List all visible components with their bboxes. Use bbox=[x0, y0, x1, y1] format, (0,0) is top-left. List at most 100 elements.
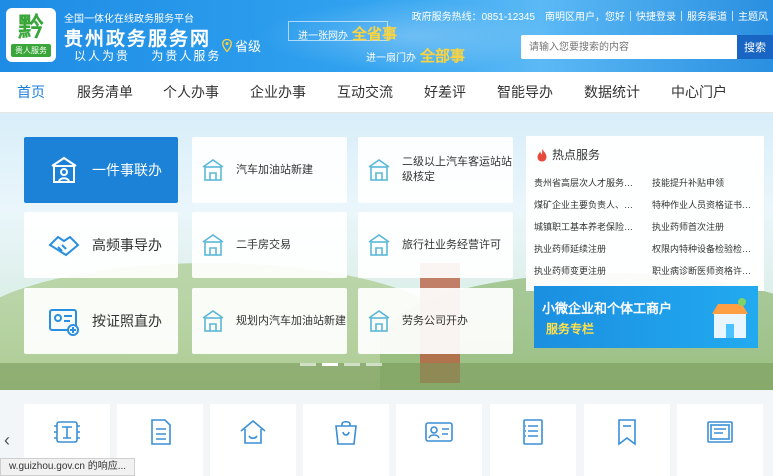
site-header: 黔 贵人服务 全国一体化在线政务服务平台 贵州政务服务网 以人为贵 为贵人服务 … bbox=[0, 0, 773, 72]
service-card[interactable]: 规划内汽车加油站新建 bbox=[192, 288, 347, 354]
logo-glyph: 黔 bbox=[17, 12, 44, 43]
chevron-left-icon[interactable]: ‹ bbox=[4, 430, 10, 451]
building-icon bbox=[368, 310, 390, 332]
license-card-icon bbox=[49, 309, 79, 336]
nav-home[interactable]: 首页 bbox=[17, 72, 45, 113]
slogan-line-1-emph: 全省事 bbox=[352, 26, 398, 43]
carousel-dot[interactable] bbox=[366, 363, 382, 366]
hot-service-item[interactable]: 执业药师变更注册 bbox=[534, 264, 639, 277]
license-direct-label: 按证照直办 bbox=[92, 313, 162, 329]
service-channel-link[interactable]: 服务渠道 bbox=[682, 8, 732, 23]
service-hotline: 政府服务热线：0851-12345 bbox=[411, 12, 535, 23]
certificate-icon bbox=[707, 421, 733, 443]
carousel-dot[interactable] bbox=[344, 363, 360, 366]
banner-ground bbox=[0, 363, 773, 390]
location-pin-icon bbox=[222, 39, 232, 52]
platform-tagline: 全国一体化在线政务服务平台 bbox=[64, 14, 194, 25]
list-icon bbox=[151, 419, 171, 445]
slogan-left: 以人为贵 bbox=[74, 49, 131, 63]
nav-interaction[interactable]: 互动交流 bbox=[337, 72, 393, 113]
promo-title: 小微企业和个体工商户 bbox=[542, 302, 673, 317]
service-card[interactable]: 二级以上汽车客运站站级核定 bbox=[358, 137, 513, 203]
site-logo[interactable]: 黔 贵人服务 bbox=[6, 8, 56, 62]
nav-enterprise[interactable]: 企业办事 bbox=[250, 72, 306, 113]
category-card[interactable] bbox=[677, 404, 763, 476]
quick-login-link[interactable]: 快捷登录 bbox=[631, 8, 681, 23]
header-promo-slogan: 进一张网办 全省事 进一扇门办 全部事 bbox=[288, 19, 484, 69]
category-card[interactable] bbox=[490, 404, 576, 476]
building-icon bbox=[368, 234, 390, 256]
home-icon bbox=[240, 419, 266, 444]
slogan-line-2-emph: 全部事 bbox=[420, 48, 466, 65]
service-card[interactable]: 旅行社业务经营许可 bbox=[358, 212, 513, 278]
handshake-icon bbox=[48, 235, 80, 257]
bookmark-icon bbox=[618, 419, 636, 446]
id-card-icon bbox=[425, 422, 453, 442]
shop-illustration-icon bbox=[712, 298, 748, 338]
high-frequency-guide-label: 高频事导办 bbox=[92, 237, 162, 253]
logo-subtitle: 贵人服务 bbox=[11, 43, 51, 57]
tax-icon bbox=[54, 421, 80, 443]
browser-status-bar: w.guizhou.gov.cn 的响应... bbox=[0, 458, 136, 476]
nav-statistics[interactable]: 数据统计 bbox=[584, 72, 640, 113]
carousel-dot[interactable] bbox=[300, 363, 316, 366]
license-direct-button[interactable]: 按证照直办 bbox=[24, 288, 178, 354]
service-card-label: 二手房交易 bbox=[236, 238, 291, 251]
hot-services-title-text: 热点服务 bbox=[552, 148, 601, 162]
service-card-label: 二级以上汽车客运站站级核定 bbox=[402, 156, 512, 183]
nav-personal[interactable]: 个人办事 bbox=[163, 72, 219, 113]
small-business-promo-banner[interactable]: 小微企业和个体工商户 服务专栏 bbox=[534, 286, 758, 348]
category-card[interactable] bbox=[584, 404, 670, 476]
building-icon bbox=[202, 310, 224, 332]
high-frequency-guide-button[interactable]: 高频事导办 bbox=[24, 212, 178, 278]
category-card[interactable] bbox=[210, 404, 296, 476]
hot-service-item[interactable]: 权限内特种设备检验检… bbox=[652, 242, 757, 255]
category-card[interactable] bbox=[396, 404, 482, 476]
service-card[interactable]: 二手房交易 bbox=[192, 212, 347, 278]
nav-service-list[interactable]: 服务清单 bbox=[77, 72, 133, 113]
fire-icon bbox=[537, 148, 547, 161]
service-card[interactable]: 劳务公司开办 bbox=[358, 288, 513, 354]
nav-evaluation[interactable]: 好差评 bbox=[424, 72, 466, 113]
hot-service-item[interactable]: 煤矿企业主要负责人、… bbox=[534, 198, 639, 211]
hot-service-item[interactable]: 技能提升补贴申领 bbox=[652, 176, 757, 189]
search-input[interactable] bbox=[521, 35, 737, 59]
top-utility-bar: 政府服务热线：0851-12345 南明区用户，您好 快捷登录 服务渠道 主题风 bbox=[407, 8, 773, 23]
hot-service-item[interactable]: 特种作业人员资格证书… bbox=[652, 198, 757, 211]
building-icon bbox=[202, 234, 224, 256]
user-greeting[interactable]: 南明区用户，您好 bbox=[540, 8, 630, 23]
building-icon bbox=[368, 159, 390, 181]
nav-center-portal[interactable]: 中心门户 bbox=[671, 72, 727, 113]
service-card-label: 旅行社业务经营许可 bbox=[402, 238, 501, 251]
service-card-label: 规划内汽车加油站新建 bbox=[236, 314, 346, 327]
document-icon bbox=[523, 419, 543, 445]
one-thing-joint-label: 一件事联办 bbox=[92, 162, 162, 178]
one-thing-joint-button[interactable]: 一件事联办 bbox=[24, 137, 178, 203]
service-card-label: 劳务公司开办 bbox=[402, 314, 468, 327]
hot-service-item[interactable]: 执业药师延续注册 bbox=[534, 242, 639, 255]
region-label: 省级 bbox=[235, 39, 262, 54]
hot-service-item[interactable]: 贵州省高层次人才服务… bbox=[534, 176, 639, 189]
carousel-indicators bbox=[300, 363, 382, 366]
hot-service-item[interactable]: 城镇职工基本养老保险… bbox=[534, 220, 639, 233]
carousel-dot[interactable] bbox=[322, 363, 338, 366]
service-card-label: 汽车加油站新建 bbox=[236, 163, 313, 176]
theme-link[interactable]: 主题风 bbox=[733, 8, 773, 23]
hot-service-item[interactable]: 执业药师首次注册 bbox=[652, 220, 757, 233]
slogan-line-1: 进一张网办 全省事 bbox=[298, 23, 397, 44]
hot-services-panel: 热点服务 贵州省高层次人才服务… 技能提升补贴申领 煤矿企业主要负责人、… 特种… bbox=[526, 136, 764, 291]
search-button[interactable]: 搜索 bbox=[737, 35, 773, 59]
hot-services-title: 热点服务 bbox=[536, 146, 600, 163]
category-card[interactable] bbox=[303, 404, 389, 476]
nav-smart-guide[interactable]: 智能导办 bbox=[497, 72, 553, 113]
building-person-icon bbox=[51, 156, 77, 183]
promo-subtitle: 服务专栏 bbox=[546, 322, 595, 336]
main-nav: 首页 服务清单 个人办事 企业办事 互动交流 好差评 智能导办 数据统计 中心门… bbox=[0, 72, 773, 113]
slogan-line-1-prefix: 进一张网办 bbox=[298, 31, 348, 42]
site-slogan: 以人为贵 为贵人服务 bbox=[74, 47, 221, 64]
hot-service-item[interactable]: 职业病诊断医师资格许… bbox=[652, 264, 757, 277]
region-switcher[interactable]: 省级 bbox=[222, 36, 261, 55]
service-card[interactable]: 汽车加油站新建 bbox=[192, 137, 347, 203]
slogan-line-2: 进一扇门办 全部事 bbox=[366, 45, 465, 66]
building-icon bbox=[202, 159, 224, 181]
